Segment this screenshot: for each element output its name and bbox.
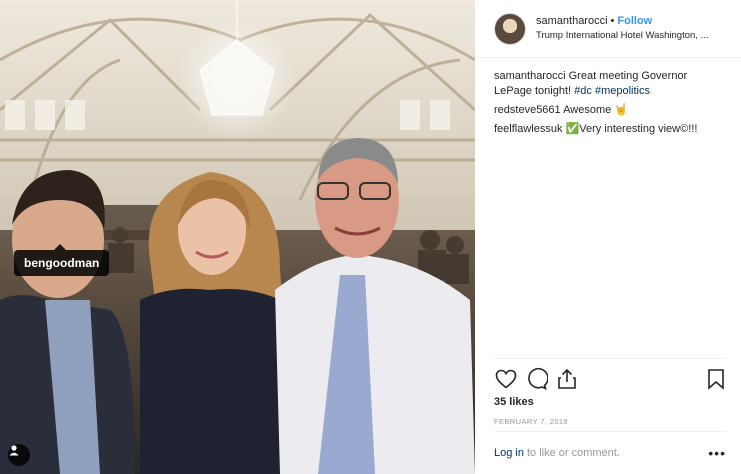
comment-username[interactable]: feelflawlessuk — [494, 123, 562, 135]
hashtag-link[interactable]: #dc — [574, 85, 592, 97]
post-photo[interactable]: bengoodman — [0, 0, 475, 474]
comment-text: Awesome 🤘 — [563, 104, 628, 116]
comment: redsteve5661 Awesome 🤘 — [494, 103, 726, 118]
user-tag-label[interactable]: bengoodman — [14, 244, 110, 276]
caption: samantharocci Great meeting Governor LeP… — [494, 69, 726, 99]
more-options-button[interactable]: ••• — [708, 445, 726, 461]
photo-illustration — [0, 0, 475, 474]
separator-dot: • — [610, 15, 615, 27]
avatar[interactable] — [494, 12, 526, 45]
comment-username[interactable]: samantharocci — [494, 70, 566, 82]
location-link[interactable]: Trump International Hotel Washington, ..… — [536, 29, 728, 43]
likes-count[interactable]: 35 likes — [494, 396, 534, 408]
post-footer: Log in to like or comment. ••• — [494, 431, 726, 474]
comment: feelflawlessuk ✅Very interesting view©!!… — [494, 122, 726, 137]
action-icons-row — [494, 367, 726, 391]
post-side-panel: samantharocci • Follow Trump International… — [475, 0, 741, 474]
share-icon[interactable] — [555, 367, 579, 391]
comment-icon[interactable] — [524, 367, 548, 391]
comment-text: ✅Very interesting view©!!! — [565, 123, 698, 135]
login-prompt-text: to like or comment. — [526, 447, 620, 459]
post-header: samantharocci • Follow Trump International… — [475, 0, 741, 58]
bookmark-icon[interactable] — [704, 367, 728, 391]
person-icon — [9, 445, 19, 456]
heart-icon[interactable] — [494, 367, 518, 391]
hashtag-link[interactable]: #mepolitics — [595, 85, 650, 97]
follow-button[interactable]: Follow — [617, 15, 652, 27]
post-actions: 35 likes FEBRUARY 7, 2018 — [494, 358, 726, 426]
login-link[interactable]: Log in — [494, 447, 524, 459]
post-date: FEBRUARY 7, 2018 — [494, 417, 569, 426]
comment-username[interactable]: redsteve5661 — [494, 104, 561, 116]
tagged-people-toggle[interactable] — [8, 444, 30, 466]
comments-list: samantharocci Great meeting Governor LeP… — [494, 69, 726, 141]
author-username[interactable]: samantharocci — [536, 15, 608, 27]
